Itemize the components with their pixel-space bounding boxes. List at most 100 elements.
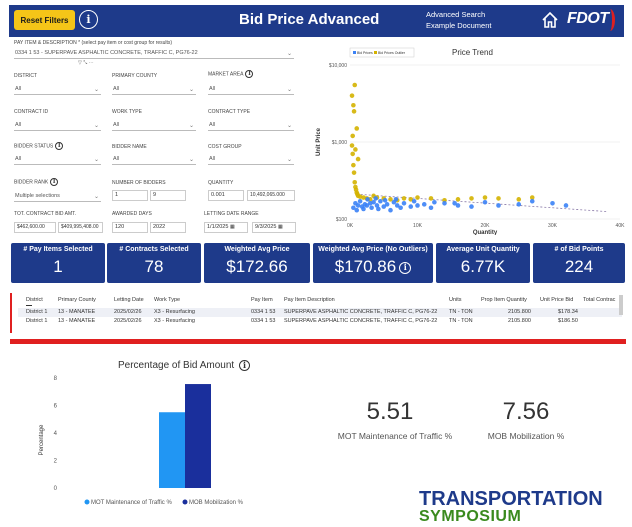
filter-clear-icons[interactable]: ▽ ⤡ ⋯ [78, 60, 94, 66]
chevron-down-icon: ⌄ [188, 157, 194, 163]
mot-label: MOT Maintenance of Traffic % [337, 431, 453, 441]
y-tick-label: $100 [336, 217, 347, 223]
col-district[interactable]: District [26, 296, 43, 305]
contract-type-label: CONTRACT TYPE [208, 109, 251, 115]
kpi-pay-items: # Pay Items Selected 1 [11, 243, 105, 283]
legend-label: MOB Mobilization % [189, 500, 244, 506]
pay-item-select[interactable]: 0334 1 53 - SUPERPAVE ASPHALTIC CONCRETE… [14, 48, 294, 59]
tot-bid-label: TOT. CONTRACT BID AMT. [14, 211, 77, 217]
data-point [369, 205, 374, 211]
reset-filters-button[interactable]: Reset Filters [14, 10, 75, 30]
kpi-value: $170.86 [334, 257, 397, 276]
chevron-down-icon: ⌄ [286, 51, 292, 57]
table-row[interactable]: District 1 13 - MANATEE 2025/02/26 X3 - … [18, 308, 622, 317]
y-tick-label: $1,000 [332, 140, 348, 146]
bidder-status-select[interactable]: All ⌄ [14, 154, 101, 165]
market-area-label: MARKET AREA i [208, 70, 254, 78]
num-bidders-max-input[interactable]: 9 [150, 190, 186, 201]
kpi-value: $172.66 [226, 257, 288, 276]
legend-swatch [84, 499, 90, 505]
data-point [452, 200, 457, 206]
x-tick-label: 10K [413, 223, 423, 229]
bidder-rank-select[interactable]: Multiple selections ⌄ [14, 191, 101, 202]
info-icon[interactable]: i [245, 70, 254, 78]
cost-group-select[interactable]: All ⌄ [208, 154, 294, 165]
data-point [415, 195, 420, 200]
x-axis-label: Quantity [473, 230, 498, 235]
col-total[interactable]: Total Contrac [583, 296, 615, 305]
data-point [421, 202, 427, 207]
quantity-max-input[interactable]: 10,492,065.000 [247, 190, 295, 201]
quantity-min-input[interactable]: 0.001 [208, 190, 244, 201]
col-letting-date[interactable]: Letting Date [114, 296, 144, 305]
table-header: District Primary County Letting Date Wor… [18, 296, 622, 305]
legend-label: Bid Prices Outlier [378, 51, 406, 55]
letting-min-input[interactable]: 1/1/2025 ▦ [204, 222, 248, 233]
mot-value: 5.51 [366, 398, 414, 425]
letting-max-input[interactable]: 9/3/2025 ▦ [252, 222, 296, 233]
num-bidders-min-input[interactable]: 1 [112, 190, 148, 201]
col-unit-price[interactable]: Unit Price Bid [540, 296, 573, 305]
col-pay-item[interactable]: Pay Item [251, 296, 273, 305]
home-icon[interactable] [540, 10, 560, 30]
kpi-weighted-avg-no-outliers: Weighted Avg Price (No Outliers) $170.86… [313, 243, 433, 283]
awarded-max-input[interactable]: 2022 [150, 222, 186, 233]
col-units[interactable]: Units [449, 296, 462, 305]
data-point [354, 207, 360, 213]
chevron-down-icon: ⌄ [93, 157, 99, 163]
data-point [432, 199, 437, 205]
market-area-select[interactable]: All ⌄ [208, 84, 294, 95]
data-point [401, 196, 407, 201]
contract-type-select[interactable]: All ⌄ [208, 120, 294, 131]
district-label: DISTRICT [14, 73, 38, 79]
example-document-link[interactable]: Example Document [426, 20, 491, 31]
x-tick-label: 0K [347, 223, 354, 229]
bidder-name-label: BIDDER NAME [112, 144, 147, 150]
awarded-min-input[interactable]: 120 [112, 222, 148, 233]
work-type-select[interactable]: All ⌄ [112, 120, 196, 131]
district-select[interactable]: All ⌄ [14, 84, 101, 95]
col-work-type[interactable]: Work Type [154, 296, 180, 305]
tot-bid-max-input[interactable]: $409,995,408.00 [58, 222, 103, 233]
advanced-search-link[interactable]: Advanced Search [426, 9, 491, 20]
contract-id-select[interactable]: All ⌄ [14, 120, 101, 131]
col-county[interactable]: Primary County [58, 296, 96, 305]
data-point [365, 197, 370, 202]
data-point [361, 206, 366, 212]
legend-label: Bid Prices [357, 51, 373, 55]
info-icon[interactable]: i [50, 178, 59, 186]
tot-bid-min-input[interactable]: $462,600.00 [14, 222, 56, 233]
header-bar: Reset Filters i Bid Price Advanced Advan… [9, 5, 624, 37]
info-icon[interactable]: i [79, 10, 98, 29]
legend-swatch [374, 51, 377, 54]
col-quantity[interactable]: Prop Item Quantity [481, 296, 527, 305]
county-select[interactable]: All ⌄ [112, 84, 196, 95]
col-description[interactable]: Pay Item Description [284, 296, 335, 305]
y-tick-label: 8 [54, 376, 58, 382]
contract-id-label: CONTRACT ID [14, 109, 49, 115]
legend-label: MOT Maintenance of Traffic % [91, 500, 172, 506]
awarded-days-label: AWARDED DAYS [112, 211, 152, 217]
table-row[interactable]: District 1 13 - MANATEE 2025/02/26 X3 - … [18, 317, 622, 326]
table-scrollbar[interactable] [619, 295, 623, 315]
kpi-value: 224 [564, 257, 594, 276]
data-point [455, 197, 461, 202]
calendar-icon: ▦ [277, 224, 283, 230]
data-point [496, 203, 501, 208]
bidder-name-select[interactable]: All ⌄ [112, 154, 196, 165]
price-trend-chart: Price Trend Bid Prices Bid Prices Outlier $… [312, 43, 625, 236]
data-point [353, 147, 358, 152]
info-icon[interactable]: i [399, 261, 412, 274]
y-tick-label: 2 [54, 459, 58, 465]
num-bidders-label: NUMBER OF BIDDERS [112, 180, 166, 186]
info-icon[interactable]: i [55, 142, 64, 150]
data-point [351, 109, 357, 114]
header-subtitle: Advanced Search Example Document [426, 9, 491, 31]
data-point [415, 203, 420, 208]
data-point [354, 126, 360, 131]
data-point [376, 206, 381, 212]
data-point [516, 202, 522, 207]
kpi-weighted-avg: Weighted Avg Price $172.66 [204, 243, 310, 283]
bidder-rank-label: BIDDER RANK i [14, 178, 59, 186]
symposium-logo-line2: SYMPOSIUM [419, 508, 522, 525]
